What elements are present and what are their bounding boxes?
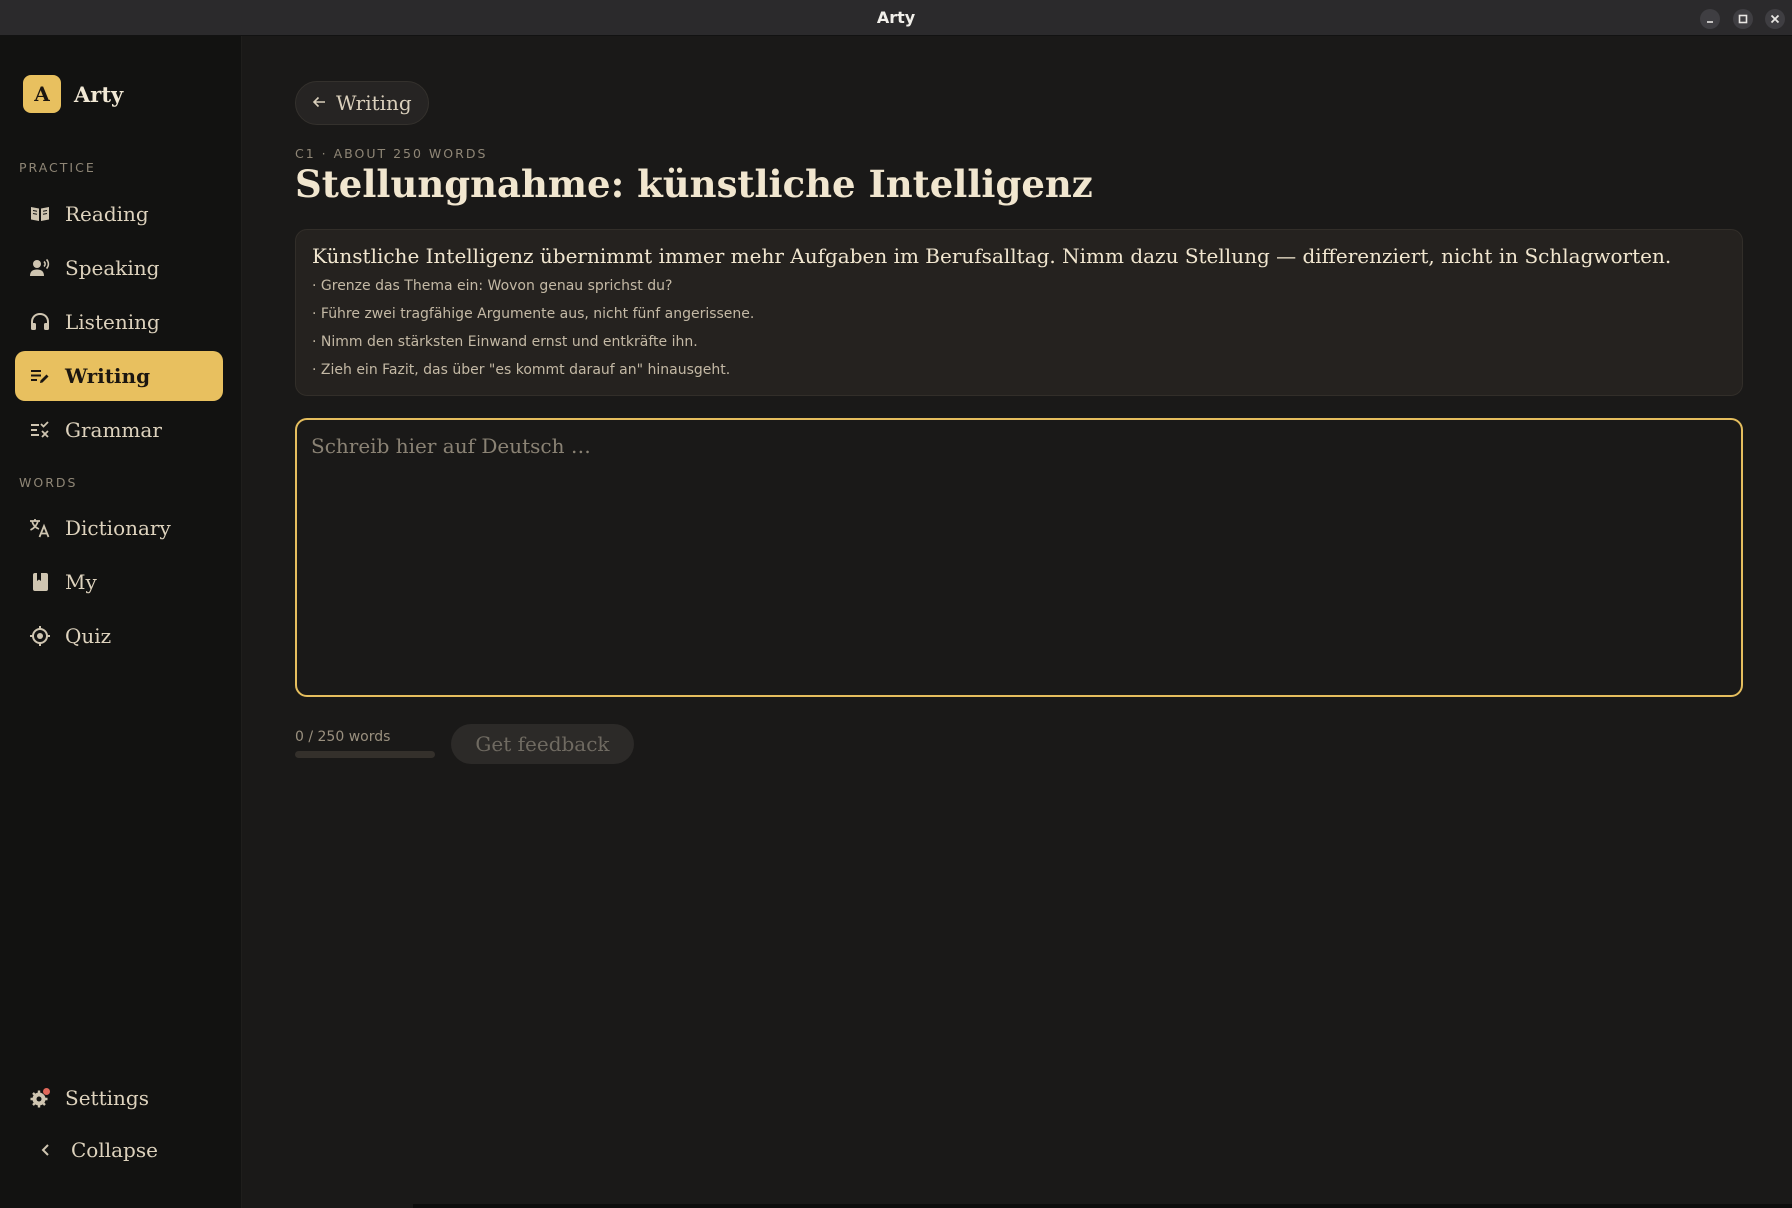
headphones-icon (29, 311, 51, 333)
arrow-left-icon (312, 94, 326, 113)
minimize-button[interactable] (1700, 9, 1720, 29)
book-open-icon (29, 203, 51, 225)
sidebar-item-label: Listening (65, 310, 160, 334)
sidebar-item-label: Reading (65, 202, 149, 226)
speaking-person-icon (29, 257, 51, 279)
sidebar-item-my[interactable]: My (15, 557, 223, 607)
sidebar-item-label: Speaking (65, 256, 160, 280)
sidebar: A Arty PRACTICE Reading Speaking Listeni… (0, 36, 242, 1208)
prompt-card: Künstliche Intelligenz übernimmt immer m… (295, 229, 1743, 396)
target-icon (29, 625, 51, 647)
window-titlebar: Arty (0, 0, 1792, 36)
essay-textarea[interactable] (295, 418, 1743, 697)
task-meta: C1 · ABOUT 250 WORDS (295, 146, 488, 161)
sidebar-item-listening[interactable]: Listening (15, 297, 223, 347)
back-button-label: Writing (336, 91, 412, 115)
page-title: Stellungnahme: künstliche Intelligenz (295, 162, 1093, 206)
prompt-point: · Grenze das Thema ein: Wovon genau spri… (312, 278, 673, 294)
sidebar-item-label: Dictionary (65, 516, 171, 540)
close-icon (1770, 14, 1780, 24)
sidebar-collapse-button[interactable]: Collapse (15, 1125, 223, 1175)
bookmark-book-icon (29, 571, 51, 593)
prompt-text: Künstliche Intelligenz übernimmt immer m… (312, 244, 1672, 268)
section-label-words: WORDS (19, 475, 78, 490)
sidebar-item-dictionary[interactable]: Dictionary (15, 503, 223, 553)
maximize-button[interactable] (1733, 9, 1753, 29)
brand-name: Arty (74, 81, 124, 107)
back-button[interactable]: Writing (295, 81, 429, 125)
sidebar-item-writing[interactable]: Writing (15, 351, 223, 401)
window-title: Arty (876, 8, 916, 27)
minimize-icon (1707, 21, 1713, 23)
checklist-icon (29, 419, 51, 441)
sidebar-item-label: Writing (65, 364, 151, 388)
word-count-progress (295, 751, 435, 758)
maximize-icon (1738, 14, 1748, 24)
prompt-points: · Grenze das Thema ein: Wovon genau spri… (312, 277, 1726, 389)
sidebar-item-settings[interactable]: Settings (15, 1073, 223, 1123)
edit-lines-icon (29, 365, 51, 387)
prompt-point: · Führe zwei tragfähige Argumente aus, n… (312, 306, 755, 322)
gear-with-dot-icon (29, 1087, 51, 1109)
sidebar-item-label: My (65, 570, 97, 594)
sidebar-item-speaking[interactable]: Speaking (15, 243, 223, 293)
translate-icon (29, 517, 51, 539)
prompt-point: · Zieh ein Fazit, das über "es kommt dar… (312, 362, 731, 378)
bottom-edge (413, 1204, 1792, 1208)
sidebar-item-label: Quiz (65, 624, 112, 648)
brand-logo: A (23, 75, 61, 113)
prompt-point: · Nimm den stärksten Einwand ernst und e… (312, 334, 698, 350)
sidebar-item-label: Grammar (65, 418, 162, 442)
chevron-left-icon (35, 1139, 57, 1161)
sidebar-item-quiz[interactable]: Quiz (15, 611, 223, 661)
get-feedback-button[interactable]: Get feedback (451, 724, 634, 764)
sidebar-item-reading[interactable]: Reading (15, 189, 223, 239)
word-count: 0 / 250 words (295, 729, 391, 745)
close-button[interactable] (1765, 9, 1785, 29)
sidebar-item-grammar[interactable]: Grammar (15, 405, 223, 455)
section-label-practice: PRACTICE (19, 160, 96, 175)
sidebar-item-label: Collapse (71, 1138, 158, 1162)
sidebar-item-label: Settings (65, 1086, 149, 1110)
brand[interactable]: A Arty (23, 75, 123, 113)
